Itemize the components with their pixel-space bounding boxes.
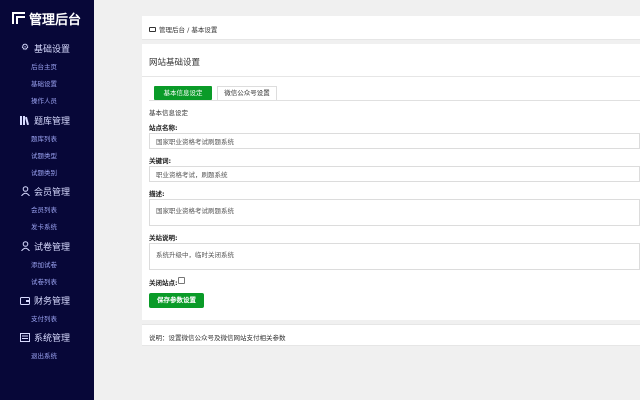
- close-site-label: 关闭站点:: [149, 279, 178, 287]
- settings-panel: 网站基础设置 基本信息设定 微信公众号设置 基本信息设定 站点名称: 国家职业资…: [142, 44, 640, 320]
- sidebar-item-home[interactable]: 后台主页: [31, 62, 57, 72]
- close-notice-label: 关站说明:: [149, 234, 178, 242]
- books-icon: [20, 115, 30, 125]
- sidebar-group-question-bank[interactable]: 题库管理: [20, 113, 70, 127]
- description-label: 描述:: [149, 190, 165, 198]
- user-icon: [20, 186, 30, 196]
- description-value: 国家职业资格考试刷题系统: [156, 207, 234, 215]
- sidebar-item-operators[interactable]: 操作人员: [31, 96, 57, 106]
- keywords-input[interactable]: 职业资格考试，刷题系统: [149, 166, 640, 182]
- sidebar-group-basic-settings[interactable]: ⚙ 基础设置: [20, 41, 70, 55]
- sidebar-group-system[interactable]: 系统管理: [20, 330, 70, 344]
- sidebar-item-bank-list[interactable]: 题库列表: [31, 134, 57, 144]
- wallet-icon: [20, 295, 30, 305]
- logo-icon: [12, 12, 25, 24]
- keywords-label: 关键词:: [149, 157, 172, 165]
- sidebar-item-add-paper[interactable]: 添加试卷: [31, 260, 57, 270]
- sidebar-item-payment-list[interactable]: 支付列表: [31, 314, 57, 324]
- note-bar: 说明：设置微信公众号及微信网站支付相关参数: [142, 324, 640, 346]
- note-text: 说明：设置微信公众号及微信网站支付相关参数: [149, 334, 286, 342]
- sidebar-item-question-categories[interactable]: 试题类别: [31, 168, 57, 178]
- site-name-label: 站点名称:: [149, 124, 178, 132]
- app-title: 管理后台: [29, 12, 82, 28]
- keywords-value: 职业资格考试，刷题系统: [156, 171, 228, 179]
- close-notice-value: 系统升级中，临时关闭系统: [156, 251, 234, 259]
- tab-divider: [149, 100, 640, 101]
- sidebar-group-exam-papers[interactable]: 试卷管理: [20, 239, 70, 253]
- sidebar-group-members[interactable]: 会员管理: [20, 184, 70, 198]
- breadcrumb-bar: 管理后台 / 基本设置: [142, 16, 640, 40]
- description-textarea[interactable]: 国家职业资格考试刷题系统: [149, 199, 640, 226]
- breadcrumb-root[interactable]: 管理后台: [159, 26, 185, 34]
- folder-icon: [149, 27, 156, 32]
- sidebar-item-member-list[interactable]: 会员列表: [31, 205, 57, 215]
- tab-basic-info[interactable]: 基本信息设定: [154, 86, 212, 100]
- breadcrumb: 管理后台 / 基本设置: [149, 24, 217, 34]
- sidebar: 管理后台 ⚙ 基础设置 后台主页 基础设置 操作人员 题库管理 题库列表 试题类…: [0, 0, 94, 400]
- system-icon: [20, 332, 30, 342]
- sidebar-item-paper-list[interactable]: 试卷列表: [31, 277, 57, 287]
- site-name-input[interactable]: 国家职业资格考试刷题系统: [149, 133, 640, 149]
- sidebar-group-finance[interactable]: 财务管理: [20, 293, 70, 307]
- breadcrumb-current: 基本设置: [191, 26, 218, 34]
- close-site-checkbox[interactable]: [178, 277, 185, 284]
- close-notice-textarea[interactable]: 系统升级中，临时关闭系统: [149, 243, 640, 270]
- tab-wechat[interactable]: 微信公众号设置: [217, 86, 277, 100]
- panel-divider: [142, 76, 640, 77]
- section-label: 基本信息设定: [149, 109, 188, 117]
- main-content: 管理后台 / 基本设置 网站基础设置 基本信息设定 微信公众号设置 基本信息设定…: [94, 0, 640, 400]
- sidebar-logo[interactable]: 管理后台: [12, 8, 81, 28]
- panel-title: 网站基础设置: [149, 58, 201, 68]
- sidebar-item-basic-settings[interactable]: 基础设置: [31, 79, 57, 89]
- site-name-value: 国家职业资格考试刷题系统: [156, 138, 234, 146]
- top-bar: [94, 0, 640, 16]
- gear-icon: ⚙: [20, 43, 30, 53]
- sidebar-item-question-types[interactable]: 试题类型: [31, 151, 57, 161]
- sidebar-item-card-system[interactable]: 发卡系统: [31, 222, 57, 232]
- user-icon: [20, 241, 30, 251]
- breadcrumb-separator: /: [187, 26, 190, 34]
- sidebar-item-logout[interactable]: 退出系统: [31, 351, 57, 361]
- save-button[interactable]: 保存参数设置: [149, 293, 204, 308]
